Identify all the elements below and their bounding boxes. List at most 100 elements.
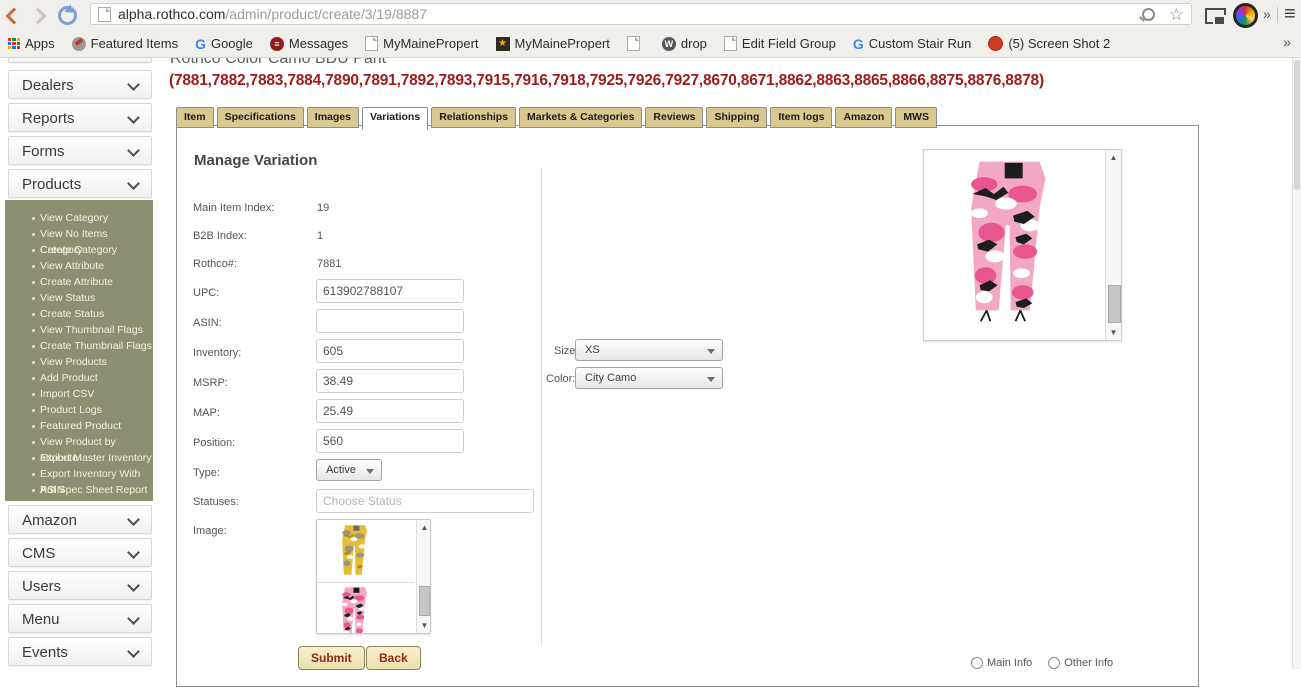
sidebar-item-reports[interactable]: Reports — [8, 103, 152, 132]
radio-icon[interactable] — [971, 657, 983, 669]
back-button[interactable]: Back — [366, 646, 421, 670]
profile-avatar[interactable] — [1233, 3, 1258, 28]
product-image-box: ▲ ▼ — [923, 149, 1122, 341]
sidebar-item-products[interactable]: Products — [8, 169, 152, 198]
products-submenu: View Category View No Items Category Cre… — [5, 200, 153, 501]
sidebar-item-users[interactable]: Users — [8, 571, 152, 600]
star-favicon-icon: ★ — [496, 37, 510, 51]
sidebar-subitem-pdf-spec-sheet-report[interactable]: Pdf Spec Sheet Report — [5, 482, 153, 498]
sidebar-subitem-featured-product[interactable]: Featured Product — [5, 418, 153, 434]
sidebar-item-menu[interactable]: Menu — [8, 604, 152, 633]
radio-icon[interactable] — [1048, 657, 1060, 669]
bookmark-google[interactable]: G Google — [195, 36, 253, 52]
bookmark-mymaineproperty-2[interactable]: ★ MyMainePropert — [496, 36, 610, 51]
bookmark-featured-items[interactable]: Featured Items — [72, 36, 178, 51]
rothco-number-label: Rothco#: — [193, 258, 237, 270]
bookmark-star-icon[interactable]: ☆ — [1169, 6, 1184, 23]
back-icon[interactable] — [8, 10, 20, 22]
sidebar-subitem-create-status[interactable]: Create Status — [5, 306, 153, 322]
pink-camo-pants-thumbnail[interactable] — [335, 586, 375, 634]
bookmarks-overflow-icon[interactable]: » — [1283, 34, 1291, 50]
tab-item-logs[interactable]: Item logs — [770, 107, 832, 128]
upc-field[interactable] — [316, 279, 464, 303]
sidebar-subitem-export-master-inventory[interactable]: Export Master Inventory — [5, 450, 153, 466]
sidebar-subitem-create-category[interactable]: Create Category — [5, 242, 153, 258]
scrollbar-thumb[interactable] — [1294, 60, 1300, 190]
url-path: /admin/product/create/3/19/8887 — [225, 6, 427, 22]
scrollbar-thumb[interactable] — [419, 586, 430, 616]
scroll-up-icon[interactable]: ▲ — [1106, 153, 1121, 162]
image-picker: ▲ ▼ — [316, 519, 431, 634]
other-info-option[interactable]: Other Info — [1048, 657, 1113, 669]
sidebar-subitem-view-no-items-category[interactable]: View No Items Category — [5, 226, 153, 242]
page-scrollbar[interactable] — [1292, 58, 1301, 669]
menu-icon[interactable]: ≡ — [1284, 4, 1296, 24]
url-host: alpha.rothco.com — [118, 6, 225, 22]
scrollbar-thumb[interactable] — [1108, 285, 1121, 323]
sidebar-subitem-create-attribute[interactable]: Create Attribute — [5, 274, 153, 290]
map-label: MAP: — [193, 407, 220, 419]
scroll-down-icon[interactable]: ▼ — [1106, 328, 1121, 337]
type-select[interactable]: Active — [316, 459, 382, 481]
bookmark-drop[interactable]: W drop — [662, 36, 707, 51]
msrp-field[interactable] — [316, 369, 464, 393]
bookmark-edit-field-group[interactable]: Edit Field Group — [724, 36, 836, 51]
sidebar-subitem-view-product-by-attribute[interactable]: View Product by attribute — [5, 434, 153, 450]
scroll-up-icon[interactable]: ▲ — [417, 523, 431, 532]
tab-shipping[interactable]: Shipping — [706, 107, 767, 128]
tab-mws[interactable]: MWS — [895, 107, 937, 128]
bookmark-screen-shot[interactable]: (5) Screen Shot 2 — [988, 36, 1110, 51]
sidebar-item-label: Amazon — [22, 512, 77, 529]
bookmark-mymaineproperty-1[interactable]: MyMainePropert — [365, 36, 478, 51]
search-icon[interactable] — [1142, 8, 1155, 21]
sidebar-subitem-create-thumbnail-flags[interactable]: Create Thumbnail Flags — [5, 338, 153, 354]
tab-item[interactable]: Item — [176, 107, 214, 128]
url-bar[interactable]: alpha.rothco.com /admin/product/create/3… — [90, 3, 1192, 25]
map-field[interactable] — [316, 399, 464, 423]
bookmark-messages[interactable]: ≡ Messages — [270, 36, 348, 51]
rothco-number-value: 7881 — [317, 258, 341, 270]
sidebar-item-events[interactable]: Events — [8, 637, 152, 666]
cast-icon[interactable] — [1205, 8, 1226, 24]
asin-field[interactable] — [316, 309, 464, 333]
main-info-option[interactable]: Main Info — [971, 657, 1032, 669]
image-scrollbar[interactable]: ▲ ▼ — [1105, 150, 1121, 340]
sidebar-subitem-add-product[interactable]: Add Product — [5, 370, 153, 386]
forward-icon[interactable] — [32, 10, 44, 22]
sidebar-subitem-product-logs[interactable]: Product Logs — [5, 402, 153, 418]
tab-markets-categories[interactable]: Markets & Categories — [519, 107, 642, 128]
tab-reviews[interactable]: Reviews — [645, 107, 703, 128]
sidebar-subitem-view-attribute[interactable]: View Attribute — [5, 258, 153, 274]
color-select[interactable]: City Camo — [575, 367, 723, 389]
bookmark-custom-stair-run[interactable]: G Custom Stair Run — [853, 36, 971, 52]
picker-scrollbar[interactable]: ▲ ▼ — [416, 520, 430, 633]
tab-amazon[interactable]: Amazon — [835, 107, 892, 128]
size-select[interactable]: XS — [575, 339, 723, 361]
sidebar-subitem-view-products[interactable]: View Products — [5, 354, 153, 370]
bookmark-untitled[interactable] — [627, 36, 645, 51]
yellow-camo-pants-thumbnail[interactable] — [335, 524, 375, 580]
sidebar-item-forms[interactable]: Forms — [8, 136, 152, 165]
sidebar-subitem-export-inventory-with-asin[interactable]: Export Inventory With ASIN — [5, 466, 153, 482]
sidebar-subitem-view-thumbnail-flags[interactable]: View Thumbnail Flags — [5, 322, 153, 338]
statuses-field[interactable] — [316, 489, 534, 513]
extensions-overflow-icon[interactable]: » — [1263, 6, 1271, 22]
scroll-down-icon[interactable]: ▼ — [417, 621, 431, 630]
bookmark-apps[interactable]: Apps — [8, 36, 55, 51]
tab-variations[interactable]: Variations — [362, 107, 428, 130]
sidebar-subitem-view-category[interactable]: View Category — [5, 210, 153, 226]
position-field[interactable] — [316, 429, 464, 453]
sidebar-subitem-view-status[interactable]: View Status — [5, 290, 153, 306]
sidebar-item-amazon[interactable]: Amazon — [8, 505, 152, 534]
sidebar-item-dealers[interactable]: Dealers — [8, 70, 152, 99]
tab-relationships[interactable]: Relationships — [431, 107, 516, 128]
submit-button[interactable]: Submit — [298, 646, 365, 670]
sidebar-item-cms[interactable]: CMS — [8, 538, 152, 567]
site-favicon-icon — [72, 37, 86, 51]
tab-images[interactable]: Images — [307, 107, 359, 128]
reload-icon[interactable] — [58, 6, 77, 25]
tab-specifications[interactable]: Specifications — [217, 107, 304, 128]
sidebar-subitem-import-csv[interactable]: Import CSV — [5, 386, 153, 402]
inventory-field[interactable] — [316, 339, 464, 363]
wordpress-icon: W — [662, 37, 676, 51]
